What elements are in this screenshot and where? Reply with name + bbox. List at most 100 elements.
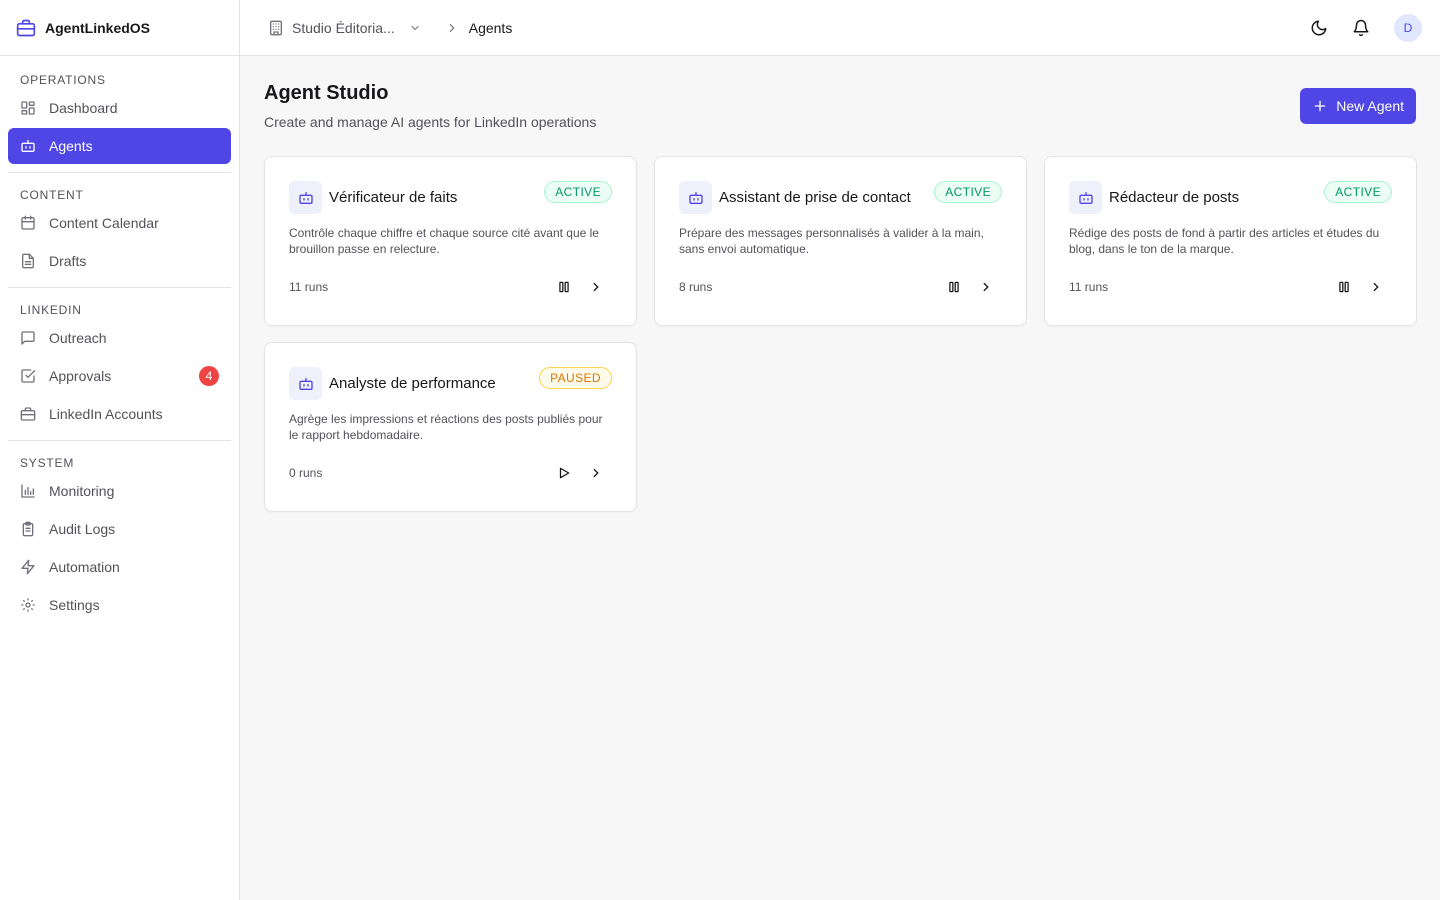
agent-runs: 11 runs xyxy=(289,280,329,294)
pause-icon xyxy=(557,280,571,294)
sidebar-item-label: Agents xyxy=(49,138,93,154)
message-icon xyxy=(20,330,36,346)
chevron-down-icon xyxy=(409,22,421,34)
open-agent-button[interactable] xyxy=(977,278,995,296)
page-subtitle: Create and manage AI agents for LinkedIn… xyxy=(264,114,597,130)
lightning-icon xyxy=(20,559,36,575)
sidebar-item-monitoring[interactable]: Monitoring xyxy=(8,473,231,509)
agent-card[interactable]: Assistant de prise de contact ACTIVE Pré… xyxy=(654,156,1027,326)
calendar-icon xyxy=(20,215,36,231)
gear-icon xyxy=(20,597,36,613)
divider xyxy=(8,172,231,173)
check-square-icon xyxy=(20,368,36,384)
chevron-right-icon xyxy=(445,21,459,35)
status-badge: ACTIVE xyxy=(544,181,612,203)
agent-description: Contrôle chaque chiffre et chaque source… xyxy=(289,226,599,256)
section-title-operations: OPERATIONS xyxy=(20,73,106,87)
sidebar-item-outreach[interactable]: Outreach xyxy=(8,320,231,356)
plus-icon xyxy=(1312,98,1328,114)
agent-description: Rédige des posts de fond à partir des ar… xyxy=(1069,226,1380,256)
bar-chart-icon xyxy=(20,483,36,499)
workspace-name: Studio Éditoria... xyxy=(292,19,395,36)
pause-icon xyxy=(947,280,961,294)
agent-name: Rédacteur de posts xyxy=(1109,189,1240,206)
open-agent-button[interactable] xyxy=(587,464,605,482)
chevron-right-icon xyxy=(979,280,993,294)
agent-runs: 0 runs xyxy=(289,466,323,480)
sidebar-item-label: Audit Logs xyxy=(49,521,116,537)
sidebar-item-automation[interactable]: Automation xyxy=(8,549,231,585)
avatar[interactable]: D xyxy=(1394,14,1422,42)
sidebar-item-linkedin-accounts[interactable]: LinkedIn Accounts xyxy=(8,396,231,432)
divider xyxy=(8,287,231,288)
pause-button[interactable] xyxy=(555,278,573,296)
section-title-linkedin: LINKEDIN xyxy=(20,303,82,317)
agent-runs: 11 runs xyxy=(1069,280,1109,294)
workspace-switcher[interactable]: Studio Éditoria... xyxy=(268,20,421,36)
bell-icon[interactable] xyxy=(1352,19,1370,37)
play-icon xyxy=(557,466,571,480)
sidebar-item-audit-logs[interactable]: Audit Logs xyxy=(8,511,231,547)
moon-icon[interactable] xyxy=(1310,19,1328,37)
chevron-right-icon xyxy=(589,280,603,294)
chevron-right-icon xyxy=(589,466,603,480)
bot-icon xyxy=(1069,181,1102,214)
sidebar-item-label: Approvals xyxy=(49,368,112,384)
agent-description: Agrège les impressions et réactions des … xyxy=(289,412,603,442)
open-agent-button[interactable] xyxy=(1367,278,1385,296)
sidebar-item-agents[interactable]: Agents xyxy=(8,128,231,164)
play-button[interactable] xyxy=(555,464,573,482)
sidebar-item-label: Automation xyxy=(49,559,120,575)
sidebar-item-settings[interactable]: Settings xyxy=(8,587,231,623)
open-agent-button[interactable] xyxy=(587,278,605,296)
topbar-actions: D xyxy=(1310,0,1422,56)
sidebar: AgentLinkedOS OPERATIONS Dashboard Agent… xyxy=(0,0,240,900)
pause-button[interactable] xyxy=(1335,278,1353,296)
building-icon xyxy=(268,20,284,36)
bot-icon xyxy=(289,367,322,400)
agent-name: Vérificateur de faits xyxy=(329,189,458,206)
dashboard-icon xyxy=(20,100,36,116)
sidebar-item-label: Drafts xyxy=(49,253,87,269)
sidebar-item-label: LinkedIn Accounts xyxy=(49,406,163,422)
sidebar-item-label: Monitoring xyxy=(49,483,115,499)
briefcase-icon xyxy=(20,406,36,422)
clipboard-icon xyxy=(20,521,36,537)
brand[interactable]: AgentLinkedOS xyxy=(0,0,239,56)
section-title-system: SYSTEM xyxy=(20,456,75,470)
app-name: AgentLinkedOS xyxy=(45,19,151,36)
status-badge: ACTIVE xyxy=(934,181,1002,203)
sidebar-item-approvals[interactable]: Approvals 4 xyxy=(8,358,231,394)
agent-runs: 8 runs xyxy=(679,280,713,294)
status-badge: PAUSED xyxy=(539,367,612,389)
new-agent-label: New Agent xyxy=(1336,98,1404,114)
approvals-count-badge: 4 xyxy=(199,366,219,386)
new-agent-button[interactable]: New Agent xyxy=(1300,88,1416,124)
sidebar-item-label: Outreach xyxy=(49,330,107,346)
chevron-right-icon xyxy=(1369,280,1383,294)
document-icon xyxy=(20,253,36,269)
agent-card[interactable]: Vérificateur de faits ACTIVE Contrôle ch… xyxy=(264,156,637,326)
sidebar-nav: OPERATIONS Dashboard Agents CONTENT Cont… xyxy=(0,56,239,623)
sidebar-item-content-calendar[interactable]: Content Calendar xyxy=(8,205,231,241)
status-badge: ACTIVE xyxy=(1324,181,1392,203)
pause-button[interactable] xyxy=(945,278,963,296)
topbar: Studio Éditoria... Agents D xyxy=(240,0,1440,56)
agent-card[interactable]: Analyste de performance PAUSED Agrège le… xyxy=(264,342,637,512)
briefcase-logo-icon xyxy=(16,18,36,38)
sidebar-item-drafts[interactable]: Drafts xyxy=(8,243,231,279)
agent-card[interactable]: Rédacteur de posts ACTIVE Rédige des pos… xyxy=(1044,156,1417,326)
section-title-content: CONTENT xyxy=(20,188,84,202)
bot-icon xyxy=(20,138,36,154)
page-title: Agent Studio xyxy=(264,82,389,104)
agent-name: Analyste de performance xyxy=(329,375,496,392)
sidebar-item-label: Settings xyxy=(49,597,100,613)
agent-name: Assistant de prise de contact xyxy=(719,189,911,206)
sidebar-item-label: Dashboard xyxy=(49,100,118,116)
bot-icon xyxy=(679,181,712,214)
agent-description: Prépare des messages personnalisés à val… xyxy=(679,226,984,256)
sidebar-item-label: Content Calendar xyxy=(49,215,159,231)
breadcrumb-current: Agents xyxy=(468,19,513,36)
sidebar-item-dashboard[interactable]: Dashboard xyxy=(8,90,231,126)
bot-icon xyxy=(289,181,322,214)
